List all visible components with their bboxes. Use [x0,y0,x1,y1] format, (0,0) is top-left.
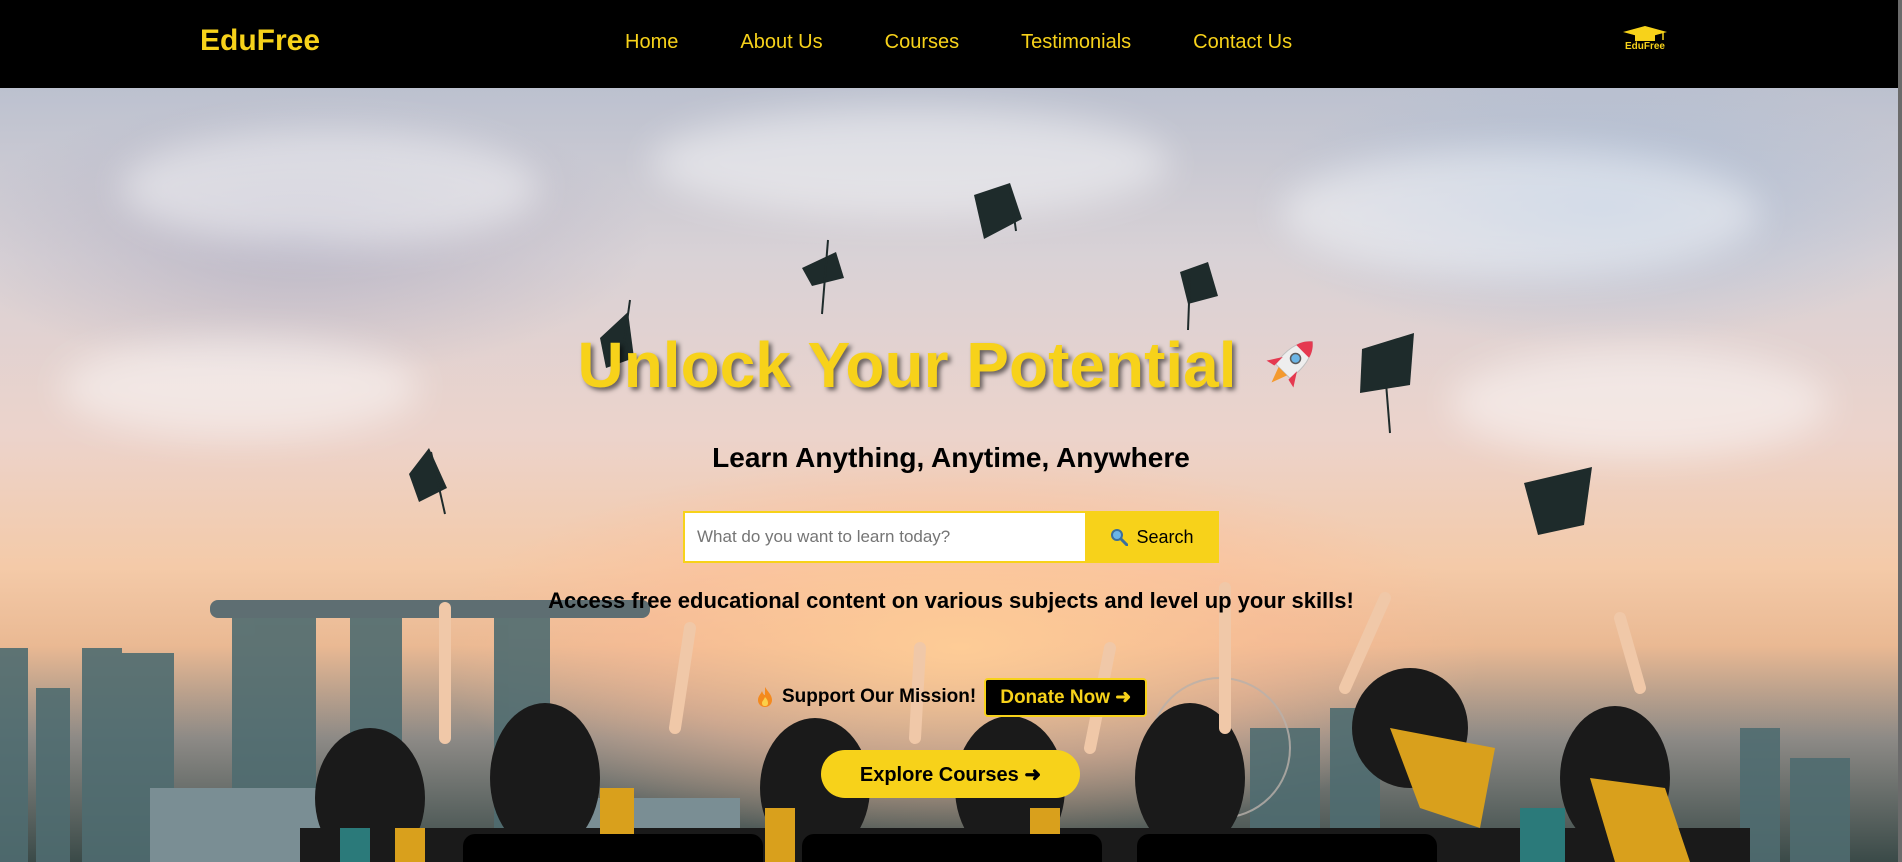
explore-courses-button[interactable]: Explore Courses ➜ [821,750,1080,798]
nav-logo-label: EduFree [1624,41,1665,52]
page-scrollbar[interactable] [1898,0,1902,862]
graduation-cap-image [1180,262,1218,331]
magnifying-glass-icon [1110,528,1129,547]
nav-link-testimonials[interactable]: Testimonials [1021,31,1131,54]
flame-icon [756,686,774,708]
graduation-cap-icon [1623,26,1667,41]
nav-link-home[interactable]: Home [625,31,678,54]
graduation-cap-image [974,183,1022,239]
brand-logo-text[interactable]: EduFree [200,24,320,58]
donate-button[interactable]: Donate Now ➜ [984,677,1148,717]
support-row: Support Our Mission! Donate Now ➜ [756,677,1148,717]
graduation-cap-image [1524,467,1592,535]
course-card[interactable] [802,834,1102,862]
rocket-icon [1259,329,1325,395]
search-button[interactable]: Search [1085,511,1219,563]
nav-logo[interactable]: EduFree [1621,26,1669,56]
course-card[interactable] [1137,834,1437,862]
hero-title: Unlock Your Potential [0,328,1902,402]
hero-title-text: Unlock Your Potential [577,329,1237,401]
hero-section [0,88,1902,862]
support-text: Support Our Mission! [782,686,977,707]
hero-description: Access free educational content on vario… [548,588,1354,613]
nav-link-contact-us[interactable]: Contact Us [1193,31,1292,54]
nav-link-about-us[interactable]: About Us [740,31,822,54]
hero-subtitle: Learn Anything, Anytime, Anywhere [712,442,1190,473]
nav-links: Home About Us Courses Testimonials Conta… [625,31,1292,54]
course-card[interactable] [463,834,763,862]
graduates-crowd-image [300,582,1750,862]
search-input[interactable] [683,511,1085,563]
nav-link-courses[interactable]: Courses [885,31,959,54]
search-button-label: Search [1136,526,1194,547]
navbar: EduFree Home About Us Courses Testimonia… [0,0,1902,88]
graduation-cap-image [802,239,844,315]
search-form: Search [683,511,1219,563]
